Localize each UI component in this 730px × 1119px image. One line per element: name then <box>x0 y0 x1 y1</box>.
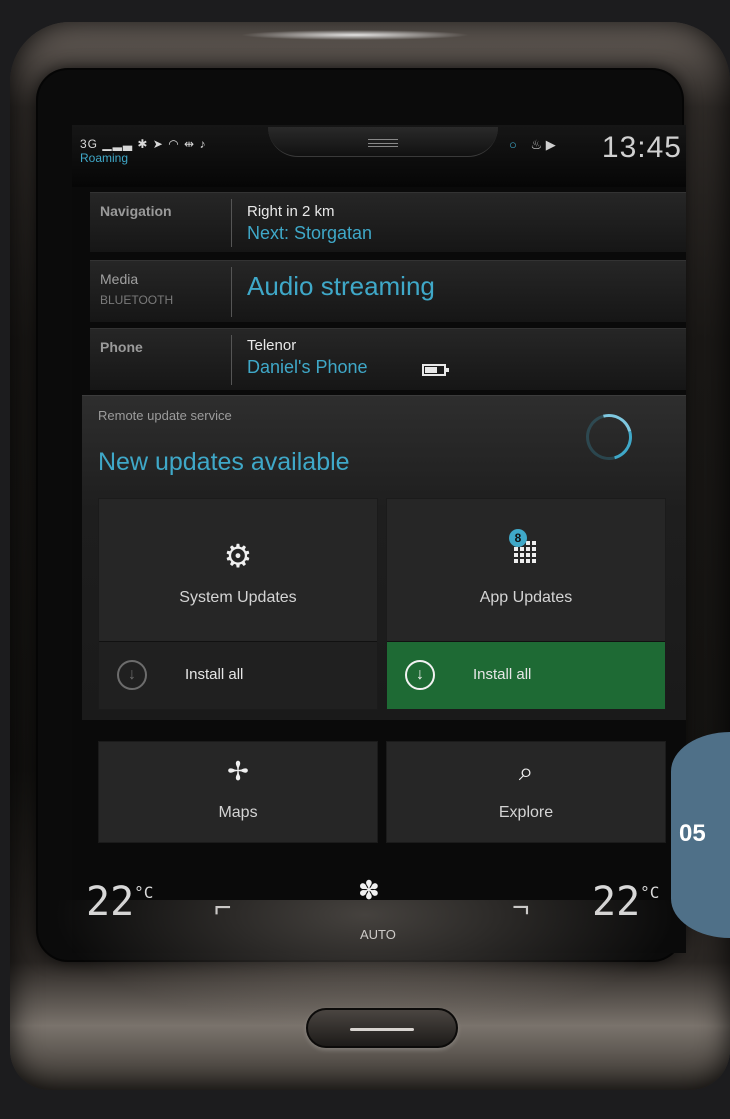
media-label: Media <box>100 271 139 287</box>
bluetooth-icon: ✱ <box>137 137 149 151</box>
explore-label: Explore <box>498 804 554 821</box>
app-updates-label: App Updates <box>479 589 573 606</box>
install-all-label: Install all <box>473 666 532 683</box>
phone-device: Daniel's Phone <box>247 357 368 377</box>
voice-icon: ♪ <box>199 137 207 151</box>
status-bar: 3G ▁▂▃ ✱ ➤ ◠ ⇹ ♪ Roaming ○ ♨ ▶ 13:45 <box>72 125 686 187</box>
download-arrow-icon: ↓ <box>117 660 147 690</box>
compass-icon: ✢ <box>227 756 249 786</box>
play-icon: ▶ <box>545 137 556 152</box>
fan-icon[interactable]: ✽ <box>358 875 380 906</box>
app-grid-icon: 8 <box>509 529 541 565</box>
chapter-tab: 05 <box>671 732 730 938</box>
app-updates-tile[interactable]: 8 App Updates ↓ Install all <box>386 498 666 710</box>
temp-unit: °C <box>134 883 154 902</box>
handle-lines-icon <box>368 139 398 147</box>
temp-unit: °C <box>640 883 660 902</box>
right-temp-value: 22 <box>592 879 641 925</box>
system-updates-tile[interactable]: ⚙ System Updates ↓ Install all <box>98 498 378 710</box>
climate-mode: AUTO <box>360 927 396 942</box>
update-service-title: Remote update service <box>98 408 232 423</box>
media-title: Audio streaming <box>247 271 435 301</box>
media-tile[interactable]: Media BLUETOOTH Audio streaming <box>90 260 686 322</box>
app-grid-wrapper: 8 <box>387 529 665 570</box>
explore-tile[interactable]: ⌕ Explore <box>386 741 666 843</box>
install-all-apps-button[interactable]: ↓ Install all <box>387 641 665 709</box>
climate-bar: 22°C ⌐ ✽ AUTO ¬ 22°C <box>72 863 686 953</box>
download-arrow-icon: ↓ <box>405 660 435 690</box>
phone-tile[interactable]: Phone Telenor Daniel's Phone <box>90 328 686 390</box>
right-seat-heating-icon[interactable]: ¬ <box>512 891 530 925</box>
navigation-instruction: Right in 2 km <box>247 203 335 220</box>
remote-update-panel: Remote update service New updates availa… <box>82 395 686 720</box>
rear-defrost-icon: ♨ <box>530 137 543 152</box>
divider <box>231 199 232 247</box>
chapter-number: 05 <box>679 820 706 847</box>
update-progress-spinner-icon <box>577 405 641 469</box>
signal-bars-icon: ▁▂▃ <box>102 137 134 151</box>
loading-icon: ○ <box>509 137 517 152</box>
install-all-label: Install all <box>185 666 244 683</box>
maps-label: Maps <box>218 804 258 821</box>
roaming-status: Roaming <box>80 151 129 165</box>
install-all-system-button[interactable]: ↓ Install all <box>99 641 377 709</box>
phone-carrier: Telenor <box>247 337 297 354</box>
battery-icon <box>422 364 449 376</box>
navigation-next-street: Next: Storgatan <box>247 223 373 243</box>
phone-label: Phone <box>100 339 143 355</box>
app-updates-badge: 8 <box>509 529 527 547</box>
home-bar-icon <box>350 1028 414 1031</box>
signal-text: 3G <box>80 137 99 151</box>
updates-headline: New updates available <box>98 448 350 476</box>
right-temperature[interactable]: 22°C <box>592 879 659 925</box>
left-temperature[interactable]: 22°C <box>86 879 153 925</box>
system-updates-label: System Updates <box>179 589 297 606</box>
gear-icon: ⚙ <box>223 538 253 574</box>
navigation-label: Navigation <box>100 203 172 219</box>
left-temp-value: 22 <box>86 879 135 925</box>
status-icons: 3G ▁▂▃ ✱ ➤ ◠ ⇹ ♪ <box>80 137 206 151</box>
search-icon: ⌕ <box>518 756 534 786</box>
wifi-icon: ◠ <box>168 137 180 151</box>
location-icon: ➤ <box>152 137 164 151</box>
maps-tile[interactable]: ✢ Maps <box>98 741 378 843</box>
usb-icon: ⇹ <box>184 137 196 151</box>
media-source: BLUETOOTH <box>100 293 174 307</box>
left-seat-heating-icon[interactable]: ⌐ <box>214 891 232 925</box>
divider <box>231 267 232 317</box>
bezel-highlight <box>240 30 470 40</box>
divider <box>231 335 232 385</box>
top-view-pull-tab[interactable] <box>268 127 498 157</box>
home-button[interactable] <box>306 1008 458 1048</box>
navigation-tile[interactable]: Navigation Right in 2 km Next: Storgatan <box>90 192 686 252</box>
status-right-icons: ○ ♨ ▶ <box>509 137 556 153</box>
center-display: 3G ▁▂▃ ✱ ➤ ◠ ⇹ ♪ Roaming ○ ♨ ▶ 13:45 Nav… <box>72 125 686 953</box>
clock: 13:45 <box>601 131 682 164</box>
